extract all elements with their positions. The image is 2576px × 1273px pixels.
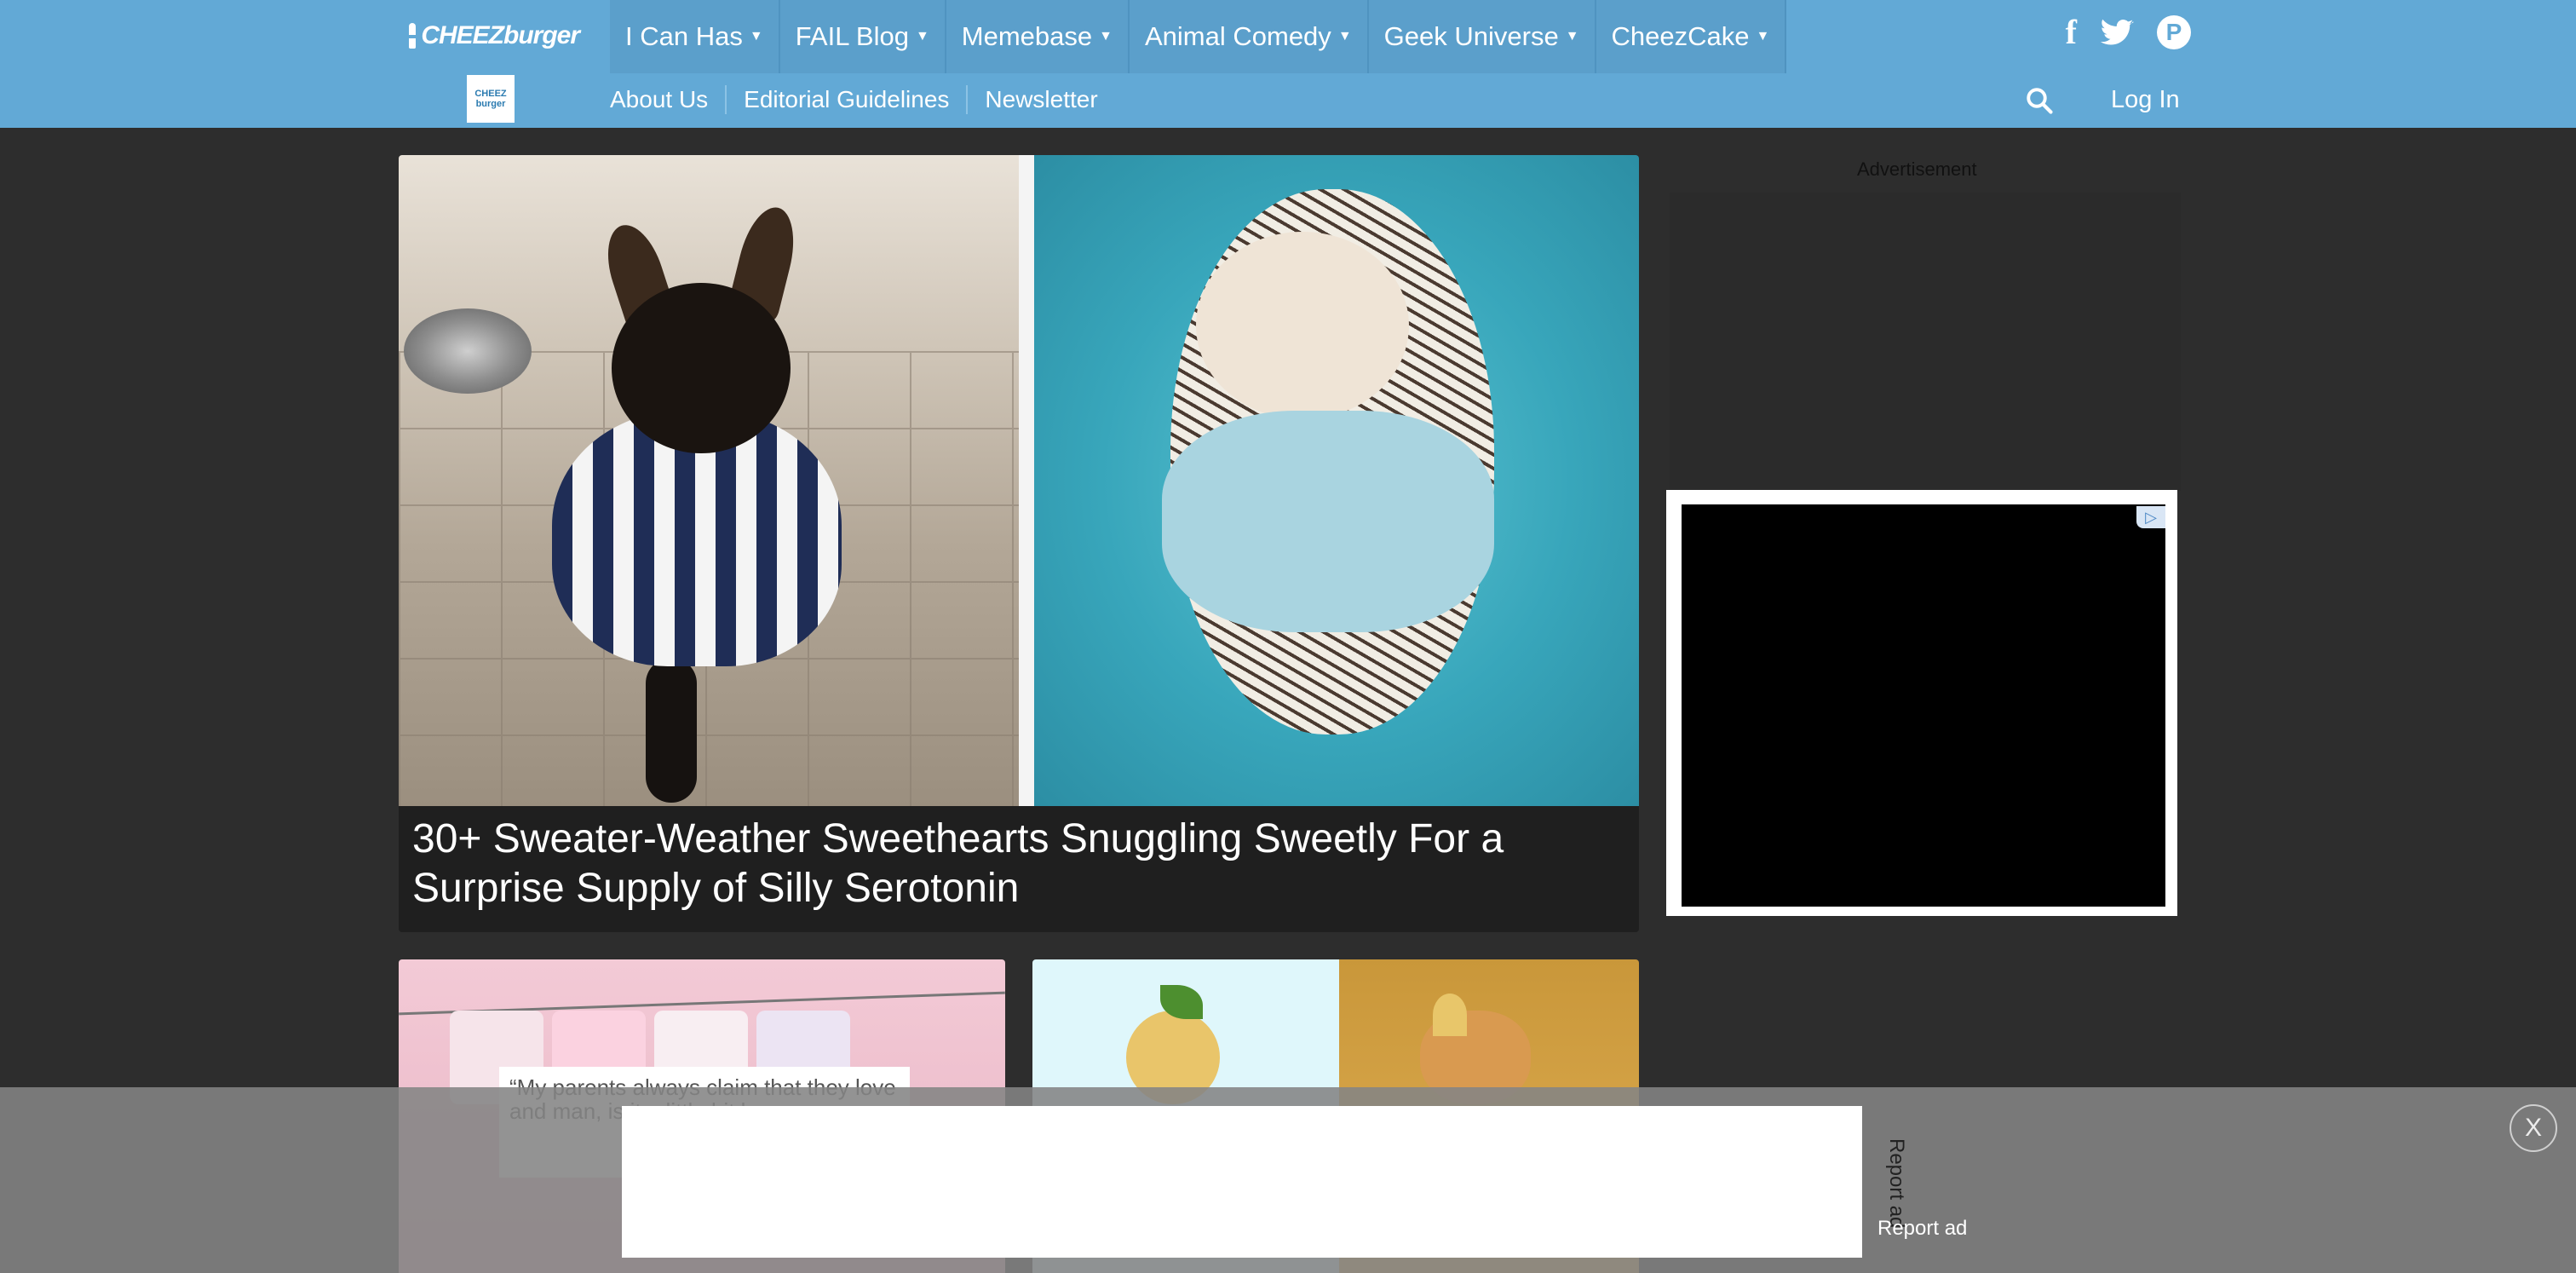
dog-head [612,283,791,453]
menu-cheezcake[interactable]: CheezCake ▼ [1596,0,1787,73]
dog-bowl [404,308,532,394]
hedgehog-sweater [1162,411,1494,632]
video-ad-player[interactable] [1682,504,2165,907]
sub-logo-bottom: burger [475,99,506,109]
hedgehog-in-sweater-image [1034,155,1639,806]
navbar-inner: CHEEZburger I Can Has ▼ FAIL Blog ▼ Memeba… [399,0,2205,128]
burger-logo-icon [409,23,417,49]
nav-about-us[interactable]: About Us [610,85,725,114]
image-divider [1019,155,1034,806]
cheezburger-small-logo[interactable]: CHEEZ burger [467,75,515,123]
menu-fail-blog[interactable]: FAIL Blog ▼ [779,0,946,73]
logo-text: CHEEZburger [421,21,580,49]
report-ad-link[interactable]: Report ad [1877,1217,1967,1241]
secondary-nav: About Us Editorial Guidelines Newsletter [610,85,1115,114]
cheezburger-logo[interactable]: CHEEZburger [409,15,580,56]
caret-down-icon: ▼ [1337,29,1352,43]
horn [1433,994,1467,1036]
login-link[interactable]: Log In [2111,84,2180,116]
featured-title[interactable]: 30+ Sweater-Weather Sweethearts Snugglin… [412,815,1622,913]
close-ad-button[interactable]: X [2510,1104,2557,1152]
featured-article[interactable]: 30+ Sweater-Weather Sweethearts Snugglin… [399,155,1639,932]
pinterest-icon[interactable]: P [2157,15,2191,49]
menu-label: Geek Universe [1383,21,1559,51]
dog-tail [646,658,697,803]
nav-editorial-guidelines[interactable]: Editorial Guidelines [725,85,966,114]
sticky-ad-slot[interactable] [622,1106,1862,1258]
caret-down-icon: ▼ [749,29,763,43]
sub-logo-top: CHEEZ [474,89,507,99]
search-icon[interactable] [2024,85,2055,116]
nav-newsletter[interactable]: Newsletter [966,85,1114,114]
caret-down-icon: ▼ [1565,29,1579,43]
caret-down-icon: ▼ [915,29,929,43]
report-ad-vertical-text: Report ad [1885,1138,1908,1229]
dog-in-sweater-image [399,155,1019,806]
menu-i-can-has[interactable]: I Can Has ▼ [610,0,780,73]
facebook-icon[interactable]: f [2066,12,2077,53]
caret-down-icon: ▼ [1756,29,1770,43]
advertisement-label: Advertisement [1857,158,1977,180]
menu-label: FAIL Blog [795,21,909,51]
ad-slot [1670,193,2181,491]
caret-down-icon: ▼ [1099,29,1113,43]
menu-label: CheezCake [1611,21,1750,51]
hedgehog-face [1196,232,1409,419]
adchoices-icon[interactable]: ▷ [2136,506,2165,528]
twitter-icon[interactable] [2099,12,2135,53]
menu-memebase[interactable]: Memebase ▼ [946,0,1130,73]
main-menu: I Can Has ▼ FAIL Blog ▼ Memebase ▼ Animal C… [610,0,1787,73]
menu-label: Animal Comedy [1145,21,1331,51]
menu-geek-universe[interactable]: Geek Universe ▼ [1368,0,1596,73]
menu-label: I Can Has [625,21,743,51]
top-navbar: CHEEZburger I Can Has ▼ FAIL Blog ▼ Memeba… [0,0,2576,128]
menu-label: Memebase [961,21,1093,51]
menu-animal-comedy[interactable]: Animal Comedy ▼ [1130,0,1369,73]
social-links: f P [2066,12,2191,53]
